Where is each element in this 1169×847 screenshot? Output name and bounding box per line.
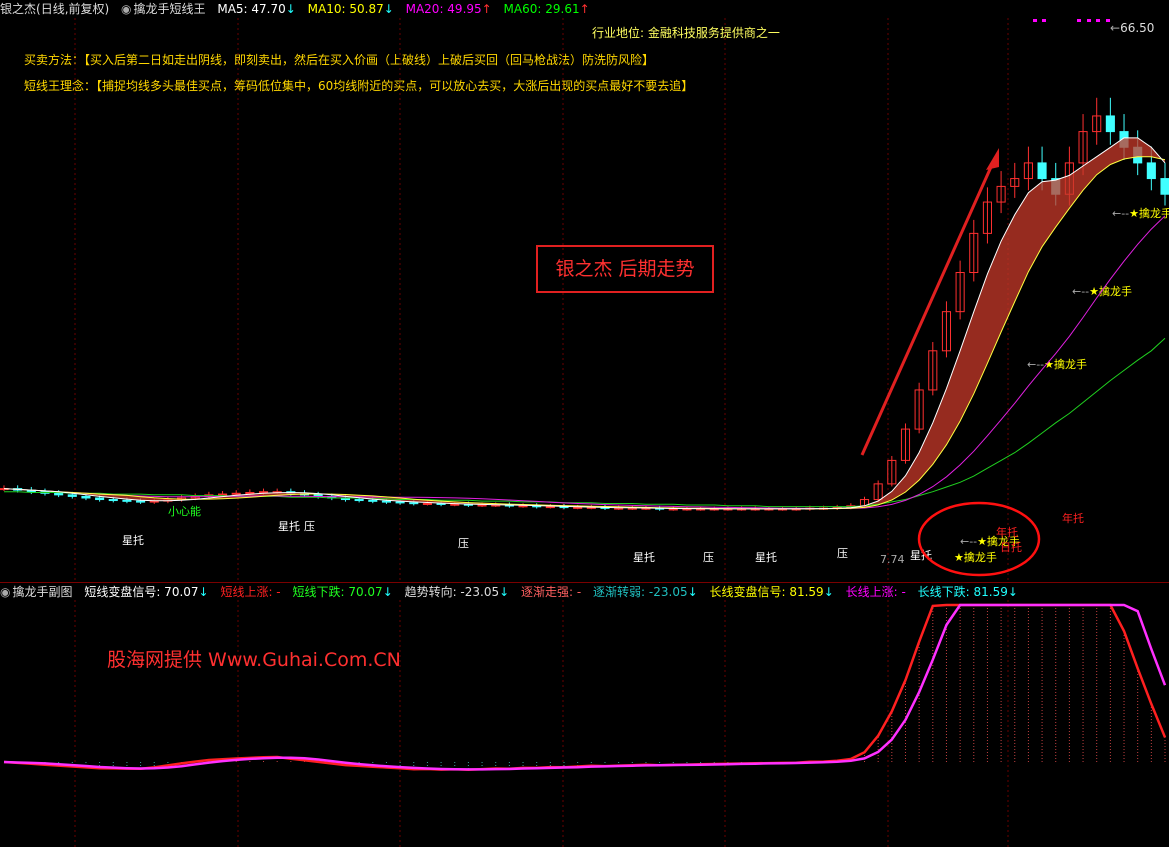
- candle: [258, 491, 269, 494]
- candle: [95, 497, 105, 501]
- ma-band: [4, 137, 1165, 509]
- candle: [545, 506, 555, 509]
- candle: [518, 505, 528, 508]
- ma60-line: [4, 337, 1166, 508]
- peak-markers: [1033, 19, 1110, 22]
- ma20-line: [3, 215, 1166, 509]
- candle: [450, 503, 460, 506]
- candle: [1160, 178, 1169, 195]
- candle: [1146, 162, 1156, 180]
- candle: [136, 500, 146, 503]
- candle: [1105, 115, 1115, 133]
- trend-arrow: [860, 157, 997, 456]
- sub-histogram: [17, 605, 1166, 770]
- breakout-highlight: [917, 501, 1041, 577]
- candle: [67, 494, 77, 497]
- candle: [368, 499, 378, 502]
- candle: [108, 499, 118, 502]
- candle: [217, 493, 228, 496]
- candle: [668, 508, 678, 511]
- candle: [81, 495, 91, 499]
- long-signal-line: [3, 603, 1167, 771]
- grid-lines: [74, 18, 1009, 847]
- candle: [573, 506, 583, 509]
- candle: [477, 504, 487, 507]
- candle: [381, 500, 391, 503]
- candle: [1037, 162, 1047, 180]
- trend-arrow-head: [986, 148, 999, 170]
- candle: [354, 499, 364, 502]
- candle: [395, 501, 405, 504]
- short-signal-line: [3, 603, 1167, 771]
- candle: [245, 491, 255, 494]
- candle: [122, 499, 132, 502]
- candle: [231, 492, 241, 495]
- price-chart[interactable]: [0, 0, 1169, 847]
- candle: [54, 492, 64, 496]
- candle: [614, 507, 624, 510]
- candle: [409, 502, 419, 505]
- candle: [422, 502, 432, 505]
